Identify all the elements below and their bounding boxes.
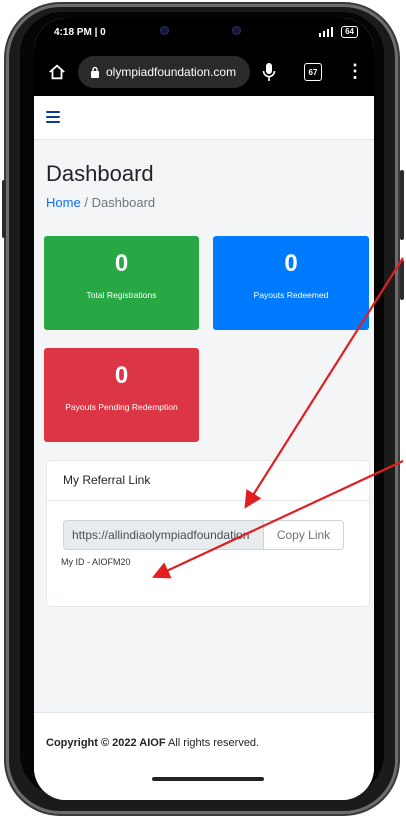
breadcrumb-current: Dashboard [91,195,156,210]
breadcrumb-home-link[interactable]: Home [46,195,81,210]
stat-label: Payouts Redeemed [253,290,329,300]
stat-value: 0 [284,250,298,277]
phone-side-button-right-lower [400,260,404,300]
stat-card-payouts-redeemed[interactable]: 0 Payouts Redeemed [213,236,369,330]
stat-label: Total Registrations [86,290,157,300]
status-indicators: 64 [319,26,358,38]
referral-link-group: Copy Link [63,520,344,550]
stat-card-payouts-pending[interactable]: 0 Payouts Pending Redemption [44,348,199,442]
camera-notch [122,18,280,42]
home-icon[interactable] [48,63,66,81]
address-bar[interactable]: olympiadfoundation.com [78,56,250,88]
copyright-text: Copyright © 2022 AIOF All rights reserve… [46,737,259,749]
url-text: olympiadfoundation.com [106,65,237,79]
referral-card-title: My Referral Link [47,461,369,501]
copyright-rest: All rights reserved. [168,737,260,749]
browser-menu-icon[interactable]: ⋮ [346,62,364,80]
copyright-bold: Copyright © 2022 AIOF [46,737,166,749]
status-bar: 4:18 PM | 0 64 [34,18,374,48]
referral-card: My Referral Link Copy Link My ID - AIOFM… [46,460,370,607]
sensor-dot-icon [232,26,241,35]
phone-screen: 4:18 PM | 0 64 olympiadfoundation.com 67… [34,18,374,800]
hamburger-menu-icon[interactable] [46,111,60,123]
app-navbar [34,96,374,140]
home-indicator-bar [152,777,264,781]
signal-icon [319,27,334,37]
battery-icon: 64 [341,26,358,38]
stat-value: 0 [114,362,129,389]
microphone-icon[interactable] [262,62,276,82]
breadcrumb-separator: / [84,195,88,210]
referral-link-input[interactable] [63,520,263,550]
phone-side-button-right [400,170,404,240]
my-id-text: My ID - AIOFM20 [61,557,131,567]
page-title: Dashboard [46,161,154,186]
copy-link-button[interactable]: Copy Link [263,520,344,550]
breadcrumb: Home / Dashboard [46,195,155,210]
status-time: 4:18 PM | 0 [54,27,106,38]
tab-switcher-button[interactable]: 67 [304,63,322,81]
lock-icon [91,66,99,78]
footer: Copyright © 2022 AIOF All rights reserve… [34,712,374,800]
stat-label: Payouts Pending Redemption [65,402,178,412]
browser-toolbar: olympiadfoundation.com 67 ⋮ [34,48,374,96]
stat-value: 0 [114,250,129,277]
camera-dot-icon [160,26,169,35]
stat-card-total-registrations[interactable]: 0 Total Registrations [44,236,199,330]
phone-side-button-left [2,180,6,238]
